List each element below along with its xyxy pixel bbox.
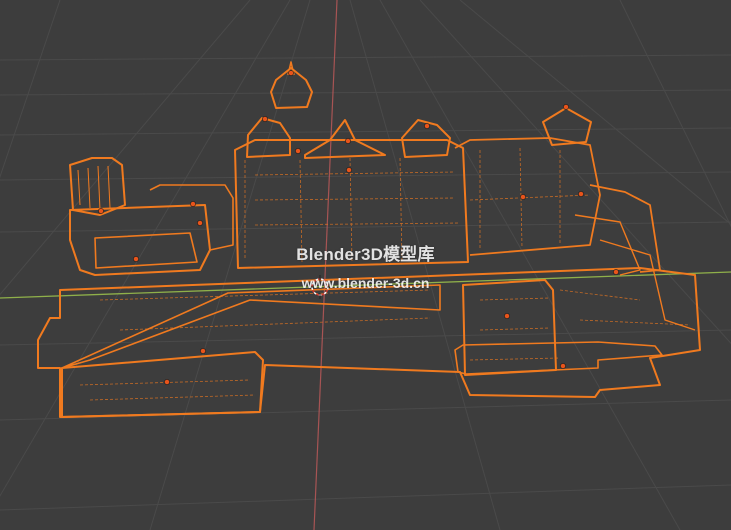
- front-right-block: [462, 279, 557, 376]
- left-wall: [69, 204, 211, 276]
- central-ramp: [61, 284, 441, 369]
- viewport-canvas[interactable]: [0, 0, 731, 530]
- far-right-pavilion: [542, 107, 592, 146]
- left-tower: [69, 157, 126, 216]
- 3d-viewport[interactable]: Blender3D模型库 www.blender-3d.cn: [0, 0, 731, 530]
- palace-wireframe[interactable]: [37, 61, 701, 418]
- x-axis-line: [0, 271, 731, 299]
